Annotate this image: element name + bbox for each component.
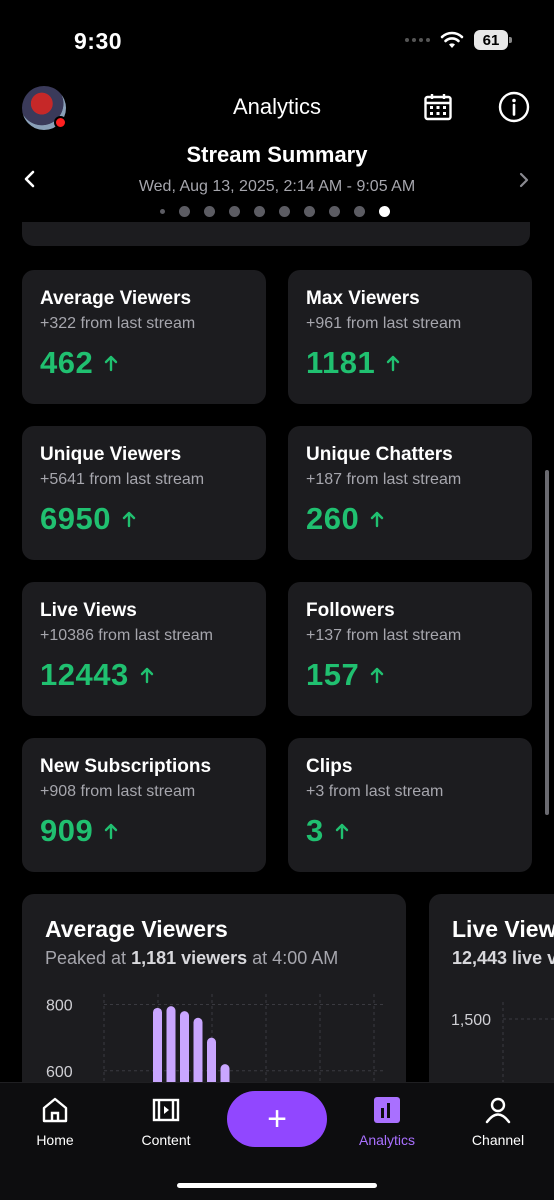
stat-change: +322 from last stream: [40, 315, 196, 332]
nav-label: Channel: [471, 1132, 525, 1148]
nav-label: Content: [141, 1132, 191, 1148]
page-dot[interactable]: [304, 206, 315, 217]
nav-home[interactable]: Home: [5, 1095, 105, 1148]
stat-card[interactable]: Unique Chatters +187 from last stream 260: [288, 426, 532, 560]
page-dot[interactable]: [160, 209, 165, 214]
average-viewers-chart: 800 600: [46, 994, 384, 1094]
arrow-up-icon: [105, 355, 118, 372]
stat-change: +137 from last stream: [306, 627, 462, 644]
channel-icon: [485, 1097, 511, 1124]
content-icon: [152, 1098, 180, 1122]
page-title: Analytics: [232, 94, 322, 119]
stat-card[interactable]: Followers +137 from last stream 157: [288, 582, 532, 716]
status-icons: 61: [405, 30, 512, 50]
stat-value: 260: [306, 501, 360, 536]
status-time: 9:30: [74, 28, 123, 54]
stat-title: Max Viewers: [306, 288, 420, 309]
cellular-signal-icon: [405, 38, 430, 42]
stat-change: +5641 from last stream: [40, 471, 205, 488]
stat-title: Unique Chatters: [306, 444, 453, 465]
page-dot[interactable]: [254, 206, 265, 217]
calendar-icon[interactable]: [423, 92, 453, 122]
stat-change: +187 from last stream: [306, 471, 462, 488]
nav-channel[interactable]: Channel: [448, 1095, 548, 1148]
stream-date-range: Wed, Aug 13, 2025, 2:14 AM - 9:05 AM: [138, 178, 416, 195]
nav-analytics[interactable]: Analytics: [337, 1095, 437, 1148]
stat-value: 462: [40, 345, 94, 380]
stat-value: 909: [40, 813, 94, 848]
page-dot[interactable]: [229, 206, 240, 217]
stat-card[interactable]: Unique Viewers +5641 from last stream 6950: [22, 426, 266, 560]
create-button[interactable]: +: [227, 1091, 327, 1147]
live-views-chart: 1,5001,000: [451, 1002, 554, 1094]
stat-change: +961 from last stream: [306, 315, 462, 332]
arrow-up-icon: [371, 511, 384, 528]
arrow-up-icon: [140, 667, 153, 684]
scrollbar[interactable]: [545, 470, 549, 815]
home-indicator: [177, 1183, 377, 1188]
wifi-icon: [440, 31, 464, 48]
battery-indicator: 61: [474, 30, 512, 50]
stream-summary-title: Stream Summary: [186, 142, 368, 167]
stat-title: New Subscriptions: [40, 756, 212, 777]
arrow-up-icon: [105, 823, 118, 840]
stat-card[interactable]: Max Viewers +961 from last stream 1181: [288, 270, 532, 404]
page-dot[interactable]: [279, 206, 290, 217]
arrow-up-icon: [122, 511, 136, 528]
stat-title: Clips: [306, 756, 353, 777]
stat-title: Average Viewers: [40, 288, 192, 309]
page-indicator[interactable]: [160, 206, 390, 217]
stat-value: 157: [306, 657, 360, 692]
stat-value: 1181: [306, 345, 376, 380]
page-dot[interactable]: [179, 206, 190, 217]
stat-value: 6950: [40, 501, 111, 536]
stat-change: +908 from last stream: [40, 783, 196, 800]
analytics-icon: [374, 1097, 400, 1123]
page-dot[interactable]: [354, 206, 365, 217]
y-tick-label: 1,500: [451, 1012, 491, 1029]
stat-change: +3 from last stream: [306, 783, 444, 800]
page-dot[interactable]: [379, 206, 390, 217]
stat-title: Unique Viewers: [40, 444, 182, 465]
stat-card[interactable]: Average Viewers +322 from last stream 462: [22, 270, 266, 404]
y-tick-label: 600: [46, 1064, 73, 1081]
chevron-right-icon[interactable]: [516, 170, 532, 190]
stat-value: 12443: [40, 657, 129, 692]
arrow-up-icon: [371, 667, 384, 684]
stat-card[interactable]: Clips +3 from last stream 3: [288, 738, 532, 872]
stat-card[interactable]: Live Views +10386 from last stream 12443: [22, 582, 266, 716]
live-views-chart-card[interactable]: Live Views 12,443 live views 1,5001,000: [429, 894, 554, 1094]
info-icon[interactable]: [498, 91, 530, 123]
page-dot[interactable]: [329, 206, 340, 217]
status-bar: 9:30 61: [0, 0, 554, 80]
y-tick-label: 800: [46, 998, 73, 1015]
nav-content[interactable]: Content: [116, 1095, 216, 1148]
stat-card[interactable]: New Subscriptions +908 from last stream 90…: [22, 738, 266, 872]
stat-change: +10386 from last stream: [40, 627, 213, 644]
bar: [166, 1006, 176, 1094]
page-dot[interactable]: [204, 206, 215, 217]
arrow-up-icon: [335, 823, 348, 840]
stat-title: Live Views: [40, 600, 137, 621]
nav-label: Home: [36, 1132, 74, 1148]
nav-label: Analytics: [358, 1132, 416, 1148]
average-viewers-chart-card[interactable]: Average Viewers Peaked at 1,181 viewers …: [22, 894, 406, 1094]
home-icon: [42, 1097, 68, 1123]
stat-value: 3: [306, 813, 324, 848]
previous-card: [22, 222, 530, 246]
arrow-up-icon: [387, 355, 400, 372]
stat-title: Followers: [306, 600, 395, 621]
